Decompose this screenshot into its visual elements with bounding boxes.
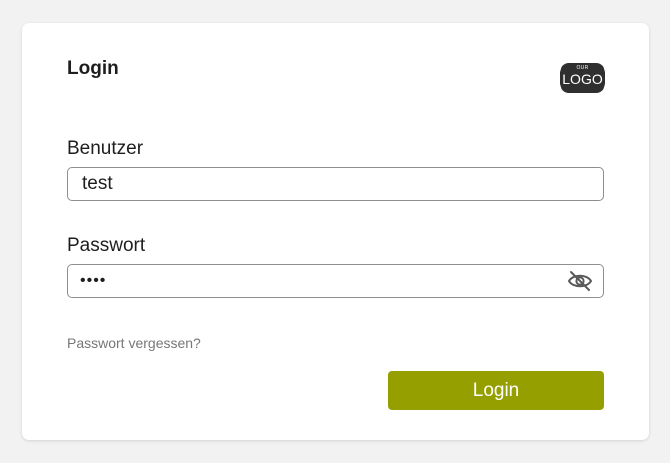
- company-logo: OUR LOGO: [560, 63, 605, 93]
- login-button[interactable]: Login: [388, 371, 604, 410]
- username-field[interactable]: test: [67, 167, 604, 201]
- password-label: Passwort: [67, 235, 146, 256]
- password-field[interactable]: ••••: [67, 264, 604, 298]
- eye-slash-icon[interactable]: [567, 270, 593, 292]
- login-title: Login: [67, 58, 119, 79]
- forgot-password-link[interactable]: Passwort vergessen?: [67, 335, 201, 351]
- username-value: test: [82, 173, 113, 194]
- login-card: Login OUR LOGO Benutzer test Passwort ••…: [22, 23, 649, 440]
- logo-text: LOGO: [562, 71, 603, 87]
- password-masked-value: ••••: [80, 272, 107, 289]
- username-label: Benutzer: [67, 138, 144, 159]
